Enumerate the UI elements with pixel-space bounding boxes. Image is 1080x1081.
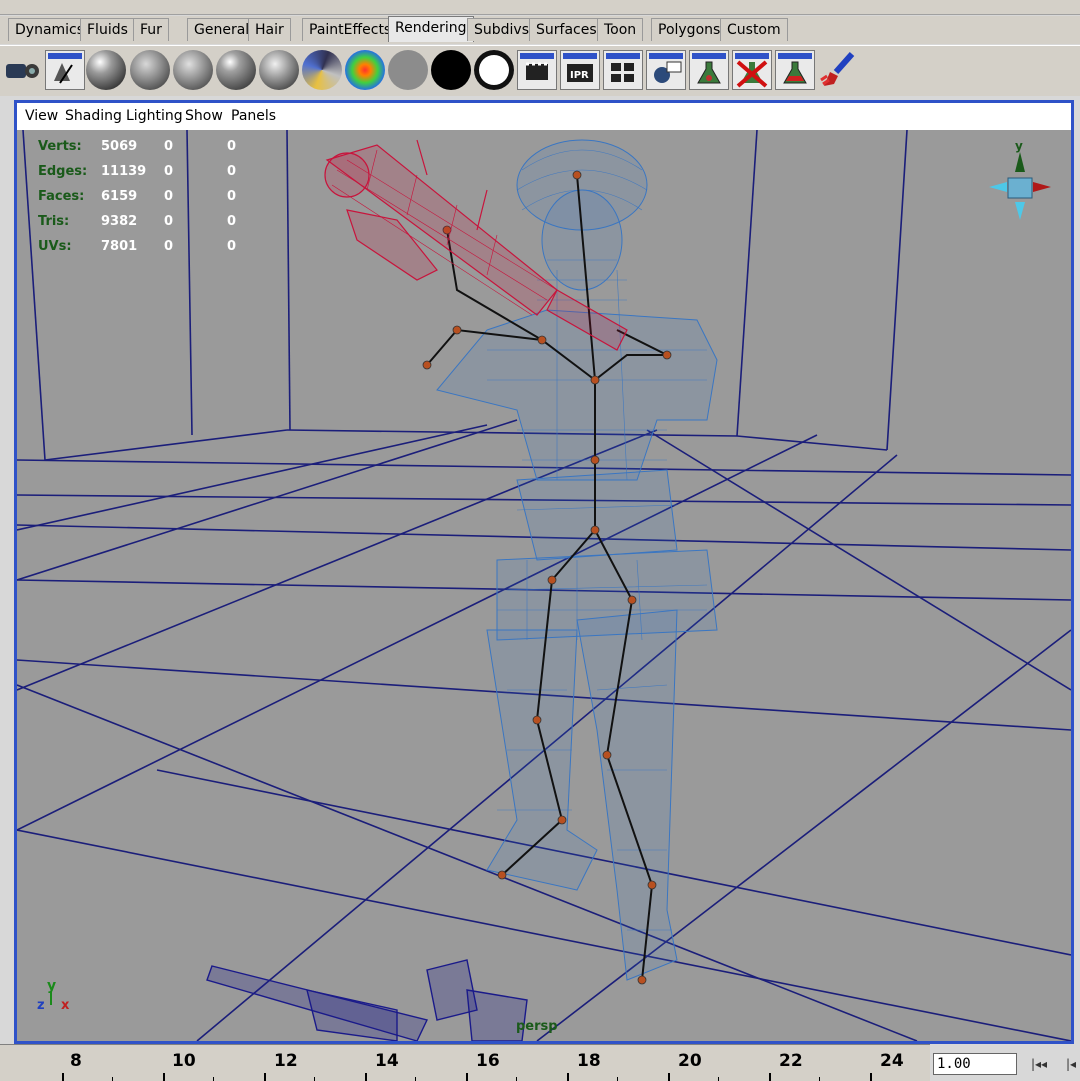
perspective-scene[interactable]: Verts: 5069 0 0 Edges: 11139 0 0 Faces: … [17, 130, 1071, 1041]
menu-lighting[interactable]: Lighting [126, 108, 183, 124]
hud-label-tris: Tris: [38, 214, 69, 229]
tab-fluids[interactable]: Fluids [80, 18, 135, 41]
svg-text:y: y [47, 978, 56, 994]
tab-fur[interactable]: Fur [133, 18, 169, 41]
delete-flask-icon[interactable] [732, 50, 772, 90]
black-shader-icon[interactable] [431, 50, 471, 90]
menu-view[interactable]: View [25, 108, 58, 124]
time-tick-label: 16 [476, 1051, 500, 1071]
menu-show[interactable]: Show [185, 108, 223, 124]
light-bulb-icon[interactable] [646, 50, 686, 90]
flask-icon[interactable] [689, 50, 729, 90]
svg-text:0: 0 [227, 189, 236, 204]
svg-text:IPR: IPR [570, 70, 589, 81]
tab-general[interactable]: General [187, 18, 257, 41]
tick-mark [213, 1077, 214, 1081]
batch-render-icon[interactable] [603, 50, 643, 90]
tick-mark [718, 1077, 719, 1081]
time-tick-label: 24 [880, 1051, 904, 1071]
hud-label-faces: Faces: [38, 189, 84, 204]
menu-panels[interactable]: Panels [231, 108, 276, 124]
tab-custom[interactable]: Custom [720, 18, 788, 41]
tab-polygons[interactable]: Polygons [651, 18, 728, 41]
viewport-panel[interactable]: View Shading Lighting Show Panels Verts:… [14, 100, 1074, 1044]
camera-name-label: persp [516, 1019, 558, 1034]
tab-painteffects[interactable]: PaintEffects [302, 18, 399, 41]
svg-text:0: 0 [164, 214, 173, 229]
time-tick-label: 18 [577, 1051, 601, 1071]
lambert-shader-icon[interactable] [130, 50, 170, 90]
tab-surfaces[interactable]: Surfaces [529, 18, 604, 41]
flask-red-icon[interactable] [775, 50, 815, 90]
time-tick-label: 14 [375, 1051, 399, 1071]
render-view-icon[interactable] [517, 50, 557, 90]
time-tick-label: 20 [678, 1051, 702, 1071]
tick-mark [112, 1077, 113, 1081]
svg-text:z: z [37, 998, 45, 1013]
hud-value-tris: 9382 [101, 214, 137, 229]
hud-value-edges: 11139 [101, 164, 146, 179]
hud-value-uvs: 7801 [101, 239, 137, 254]
ramp-shader-icon[interactable] [302, 50, 342, 90]
rewind-button[interactable]: |◂◂ [1024, 1054, 1054, 1074]
paint-brush-icon[interactable] [818, 50, 858, 90]
ipr-render-icon[interactable]: IPR [560, 50, 600, 90]
gray-shader-icon[interactable] [388, 50, 428, 90]
tick-mark [819, 1077, 820, 1081]
rainbow-shader-icon[interactable] [345, 50, 385, 90]
svg-text:0: 0 [227, 214, 236, 229]
tick-mark [314, 1077, 315, 1081]
menu-shading[interactable]: Shading [65, 108, 122, 124]
hud-label-edges: Edges: [38, 164, 87, 179]
svg-text:y: y [1015, 139, 1023, 153]
time-tick-label: 10 [172, 1051, 196, 1071]
hud-label-verts: Verts: [38, 139, 82, 154]
time-tick-label: 8 [70, 1051, 82, 1071]
step-back-button[interactable]: |◂ [1056, 1054, 1080, 1074]
time-tick-label: 22 [779, 1051, 803, 1071]
shelf-tab-bar: Dynamics Fluids Fur General Hair PaintEf… [0, 16, 1080, 44]
shelf-icon-bar: IPR [0, 45, 1080, 96]
tick-mark [415, 1077, 416, 1081]
tab-dynamics[interactable]: Dynamics [8, 18, 92, 41]
svg-text:0: 0 [227, 164, 236, 179]
ring-shader-icon[interactable] [474, 50, 514, 90]
panel-menu-bar: View Shading Lighting Show Panels [17, 103, 1071, 131]
render-layer-icon[interactable] [45, 50, 85, 90]
current-frame-field[interactable]: 1.00 [933, 1053, 1017, 1075]
svg-text:0: 0 [227, 239, 236, 254]
hud-value-verts: 5069 [101, 139, 137, 154]
camera-aim-icon[interactable] [2, 50, 42, 90]
svg-text:0: 0 [164, 164, 173, 179]
svg-text:0: 0 [164, 139, 173, 154]
phong-shader-icon[interactable] [173, 50, 213, 90]
tab-rendering[interactable]: Rendering [388, 16, 474, 42]
time-tick-label: 12 [274, 1051, 298, 1071]
svg-text:0: 0 [164, 239, 173, 254]
tab-subdivs[interactable]: Subdivs [467, 18, 537, 41]
svg-text:0: 0 [164, 189, 173, 204]
time-slider[interactable]: 8 10 12 14 16 18 20 22 24 [0, 1044, 930, 1081]
svg-text:0: 0 [227, 139, 236, 154]
status-line [0, 0, 1080, 15]
tab-hair[interactable]: Hair [248, 18, 291, 41]
blinn-shader-icon[interactable] [86, 50, 126, 90]
svg-text:x: x [61, 998, 70, 1013]
tab-toon[interactable]: Toon [597, 18, 644, 41]
hud-label-uvs: UVs: [38, 239, 72, 254]
tick-mark [617, 1077, 618, 1081]
phonge-shader-icon[interactable] [216, 50, 256, 90]
anisotropic-shader-icon[interactable] [259, 50, 299, 90]
tick-mark [516, 1077, 517, 1081]
hud-value-faces: 6159 [101, 189, 137, 204]
